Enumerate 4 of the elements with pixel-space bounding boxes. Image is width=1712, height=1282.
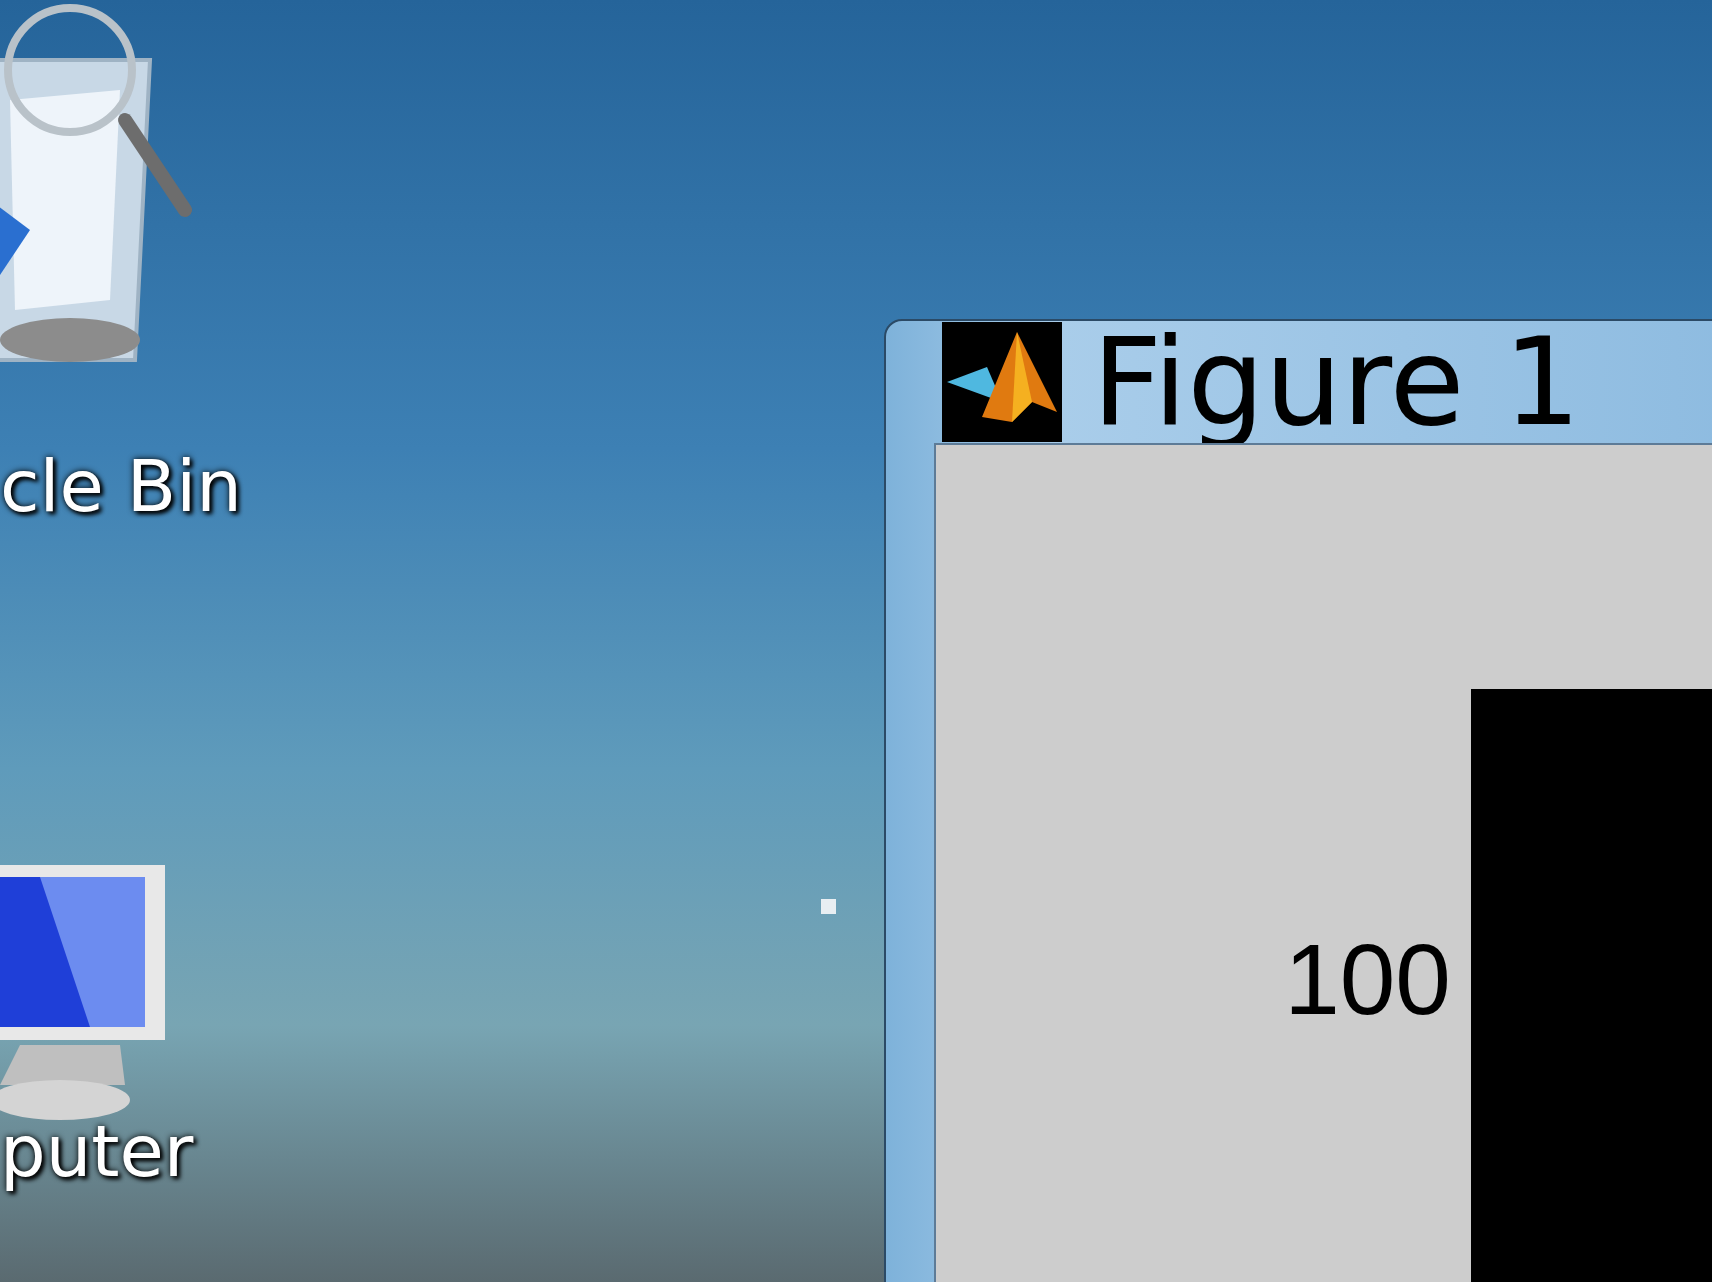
window-title: Figure 1: [1092, 321, 1581, 443]
desktop-icon-label[interactable]: cle Bin: [0, 450, 242, 522]
axis-tick-label: 100: [1284, 929, 1451, 1029]
app-peak-icon: [942, 322, 1062, 442]
